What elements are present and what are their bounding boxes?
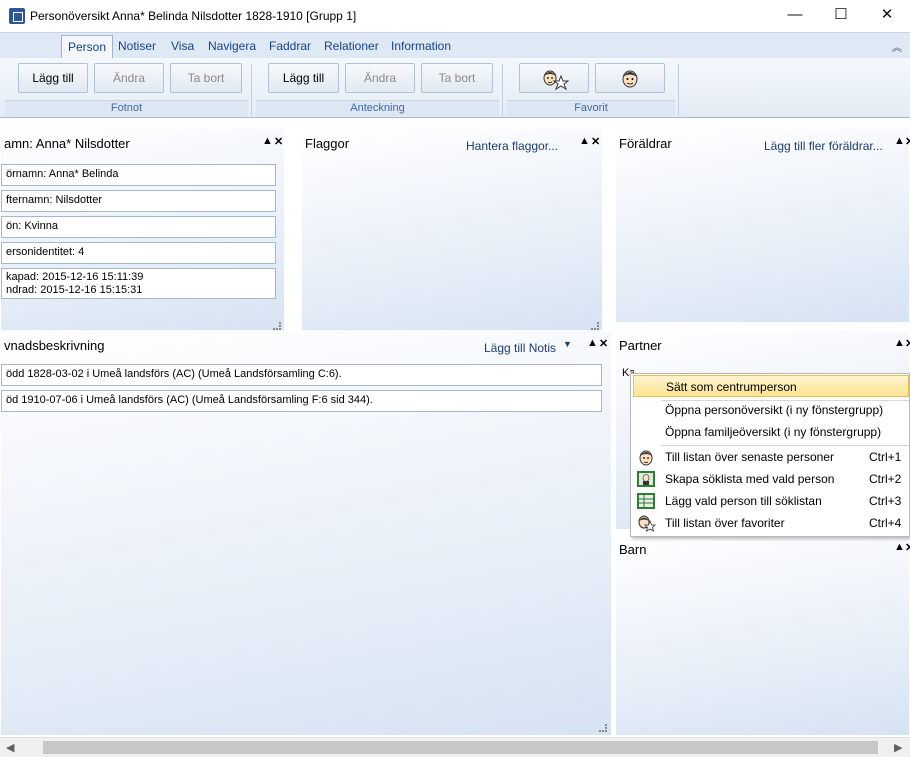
panel-collapse-icon[interactable]: ▲	[579, 135, 590, 147]
tab-relationer[interactable]: Relationer	[324, 39, 379, 53]
manage-flags-link[interactable]: Hantera flaggor...	[466, 139, 558, 153]
add-parents-link[interactable]: Lägg till fler föräldrar...	[764, 139, 883, 153]
group-separator	[251, 64, 252, 116]
menu-item-create-search-list[interactable]: Skapa söklista med vald person Ctrl+2	[633, 468, 909, 490]
event-row-death[interactable]: öd 1910-07-06 i Umeå landsförs (AC) (Ume…	[1, 390, 602, 412]
group-label-anteckning: Anteckning	[256, 100, 499, 116]
menu-item-add-to-favorites[interactable]: Till listan över favoriter Ctrl+4	[633, 512, 909, 534]
panel-header: Flaggor Hantera flaggor... ▲ ✕	[302, 129, 602, 157]
resize-grip[interactable]	[591, 322, 599, 330]
scroll-left-icon[interactable]: ◀	[6, 741, 14, 754]
panel-barn: Barn ▲ ✕	[615, 534, 910, 736]
field-efternamn[interactable]: fternamn: Nilsdotter	[1, 190, 276, 212]
panel-collapse-icon[interactable]: ▲	[894, 337, 905, 349]
field-timestamps[interactable]: kapad: 2015-12-16 15:11:39 ndrad: 2015-1…	[1, 268, 276, 299]
panel-header: Barn ▲ ✕	[616, 535, 910, 563]
scrollbar-thumb[interactable]	[43, 741, 878, 754]
minimize-button[interactable]: —	[772, 0, 818, 32]
panel-collapse-icon[interactable]: ▲	[894, 135, 905, 147]
favorite-person-button[interactable]	[595, 63, 665, 93]
panel-title: Partner	[619, 338, 662, 353]
panel-close-icon[interactable]: ✕	[905, 135, 910, 148]
dropdown-arrow-icon[interactable]: ▼	[563, 339, 572, 349]
field-personidentitet[interactable]: ersonidentitet: 4	[1, 242, 276, 264]
panel-title: Flaggor	[305, 136, 350, 151]
menu-item-open-family-overview[interactable]: Öppna familjeöversikt (i ny fönstergrupp…	[633, 421, 909, 443]
title-bar: Personöversikt Anna* Belinda Nilsdotter …	[0, 0, 910, 32]
menu-item-set-center-person[interactable]: Sätt som centrumperson	[633, 375, 909, 397]
context-menu: Sätt som centrumperson Öppna personövers…	[630, 373, 910, 537]
favorite-star-button[interactable]	[519, 63, 589, 93]
group-separator	[678, 64, 679, 116]
tab-person[interactable]: Person	[61, 35, 114, 60]
panel-namn: amn: Anna* Nilsdotter ▲ ✕ örnamn: Anna* …	[0, 128, 285, 334]
anteckning-remove-button[interactable]: Ta bort	[421, 63, 493, 93]
changed-timestamp: ndrad: 2015-12-16 15:15:31	[6, 284, 143, 296]
panel-title: Barn	[619, 542, 647, 557]
event-row-birth[interactable]: ödd 1828-03-02 i Umeå landsförs (AC) (Um…	[1, 364, 602, 386]
panel-header: vnadsbeskrivning Lägg till Notis ▼ ▲ ✕	[1, 331, 611, 359]
panel-header: Partner ▲ ✕	[616, 331, 910, 359]
panel-close-icon[interactable]: ✕	[274, 135, 283, 148]
panel-levnadsbeskrivning: vnadsbeskrivning Lägg till Notis ▼ ▲ ✕ ö…	[0, 330, 612, 736]
tab-information[interactable]: Information	[391, 39, 451, 53]
panel-collapse-icon[interactable]: ▲	[894, 541, 905, 553]
anteckning-edit-button[interactable]: Ändra	[345, 63, 415, 93]
scroll-right-icon[interactable]: ▶	[894, 741, 902, 754]
panel-collapse-icon[interactable]: ▲	[262, 135, 273, 147]
close-button[interactable]: ✕	[864, 0, 910, 32]
search-list-icon	[637, 471, 655, 487]
panel-collapse-icon[interactable]: ▲	[587, 337, 598, 349]
tab-navigera[interactable]: Navigera	[208, 39, 256, 53]
field-kon[interactable]: ön: Kvinna	[1, 216, 276, 238]
resize-grip[interactable]	[599, 724, 607, 732]
maximize-button[interactable]: ☐	[818, 0, 864, 32]
panel-foraldrar: Föräldrar Lägg till fler föräldrar... ▲ …	[615, 128, 910, 323]
anteckning-add-button[interactable]: Lägg till	[268, 63, 339, 93]
resize-grip[interactable]	[273, 322, 281, 330]
group-label-favorit: Favorit	[507, 100, 675, 116]
panel-close-icon[interactable]: ✕	[599, 337, 608, 350]
ribbon: Lägg till Ändra Ta bort Fotnot Lägg till…	[0, 58, 910, 118]
face-icon	[622, 70, 638, 88]
tab-visa[interactable]: Visa	[171, 39, 194, 53]
add-note-link[interactable]: Lägg till Notis	[484, 341, 556, 355]
face-star-icon	[638, 515, 656, 532]
list-add-icon	[637, 493, 655, 509]
panel-title: amn: Anna* Nilsdotter	[4, 136, 130, 151]
group-separator	[502, 64, 503, 116]
menu-item-recent-persons[interactable]: Till listan över senaste personer Ctrl+1	[633, 446, 909, 468]
tab-faddrar[interactable]: Faddrar	[269, 39, 311, 53]
app-icon	[9, 8, 25, 24]
panel-close-icon[interactable]: ✕	[591, 135, 600, 148]
fotnot-remove-button[interactable]: Ta bort	[170, 63, 242, 93]
panel-close-icon[interactable]: ✕	[905, 541, 910, 554]
field-fornamn[interactable]: örnamn: Anna* Belinda	[1, 164, 276, 186]
horizontal-scrollbar[interactable]: ◀ ▶	[0, 737, 910, 757]
created-timestamp: kapad: 2015-12-16 15:11:39	[6, 271, 144, 283]
panel-close-icon[interactable]: ✕	[905, 337, 910, 350]
group-label-fotnot: Fotnot	[5, 100, 248, 116]
ribbon-tab-bar: Person Notiser Visa Navigera Faddrar Rel…	[0, 32, 910, 60]
menu-item-add-to-search-list[interactable]: Lägg vald person till söklistan Ctrl+3	[633, 490, 909, 512]
tab-notiser[interactable]: Notiser	[118, 39, 156, 53]
panel-title: vnadsbeskrivning	[4, 338, 105, 353]
collapse-ribbon-icon[interactable]: ︽	[892, 39, 902, 54]
panel-header: Föräldrar Lägg till fler föräldrar... ▲ …	[616, 129, 910, 157]
face-icon	[639, 450, 653, 466]
panel-header: amn: Anna* Nilsdotter ▲ ✕	[1, 129, 284, 157]
face-star-icon	[543, 70, 570, 91]
fotnot-edit-button[interactable]: Ändra	[94, 63, 164, 93]
panel-flaggor: Flaggor Hantera flaggor... ▲ ✕	[301, 128, 603, 334]
window-title: Personöversikt Anna* Belinda Nilsdotter …	[30, 9, 357, 23]
menu-item-open-person-overview[interactable]: Öppna personöversikt (i ny fönstergrupp)	[633, 399, 909, 421]
panel-title: Föräldrar	[619, 136, 672, 151]
fotnot-add-button[interactable]: Lägg till	[18, 63, 88, 93]
